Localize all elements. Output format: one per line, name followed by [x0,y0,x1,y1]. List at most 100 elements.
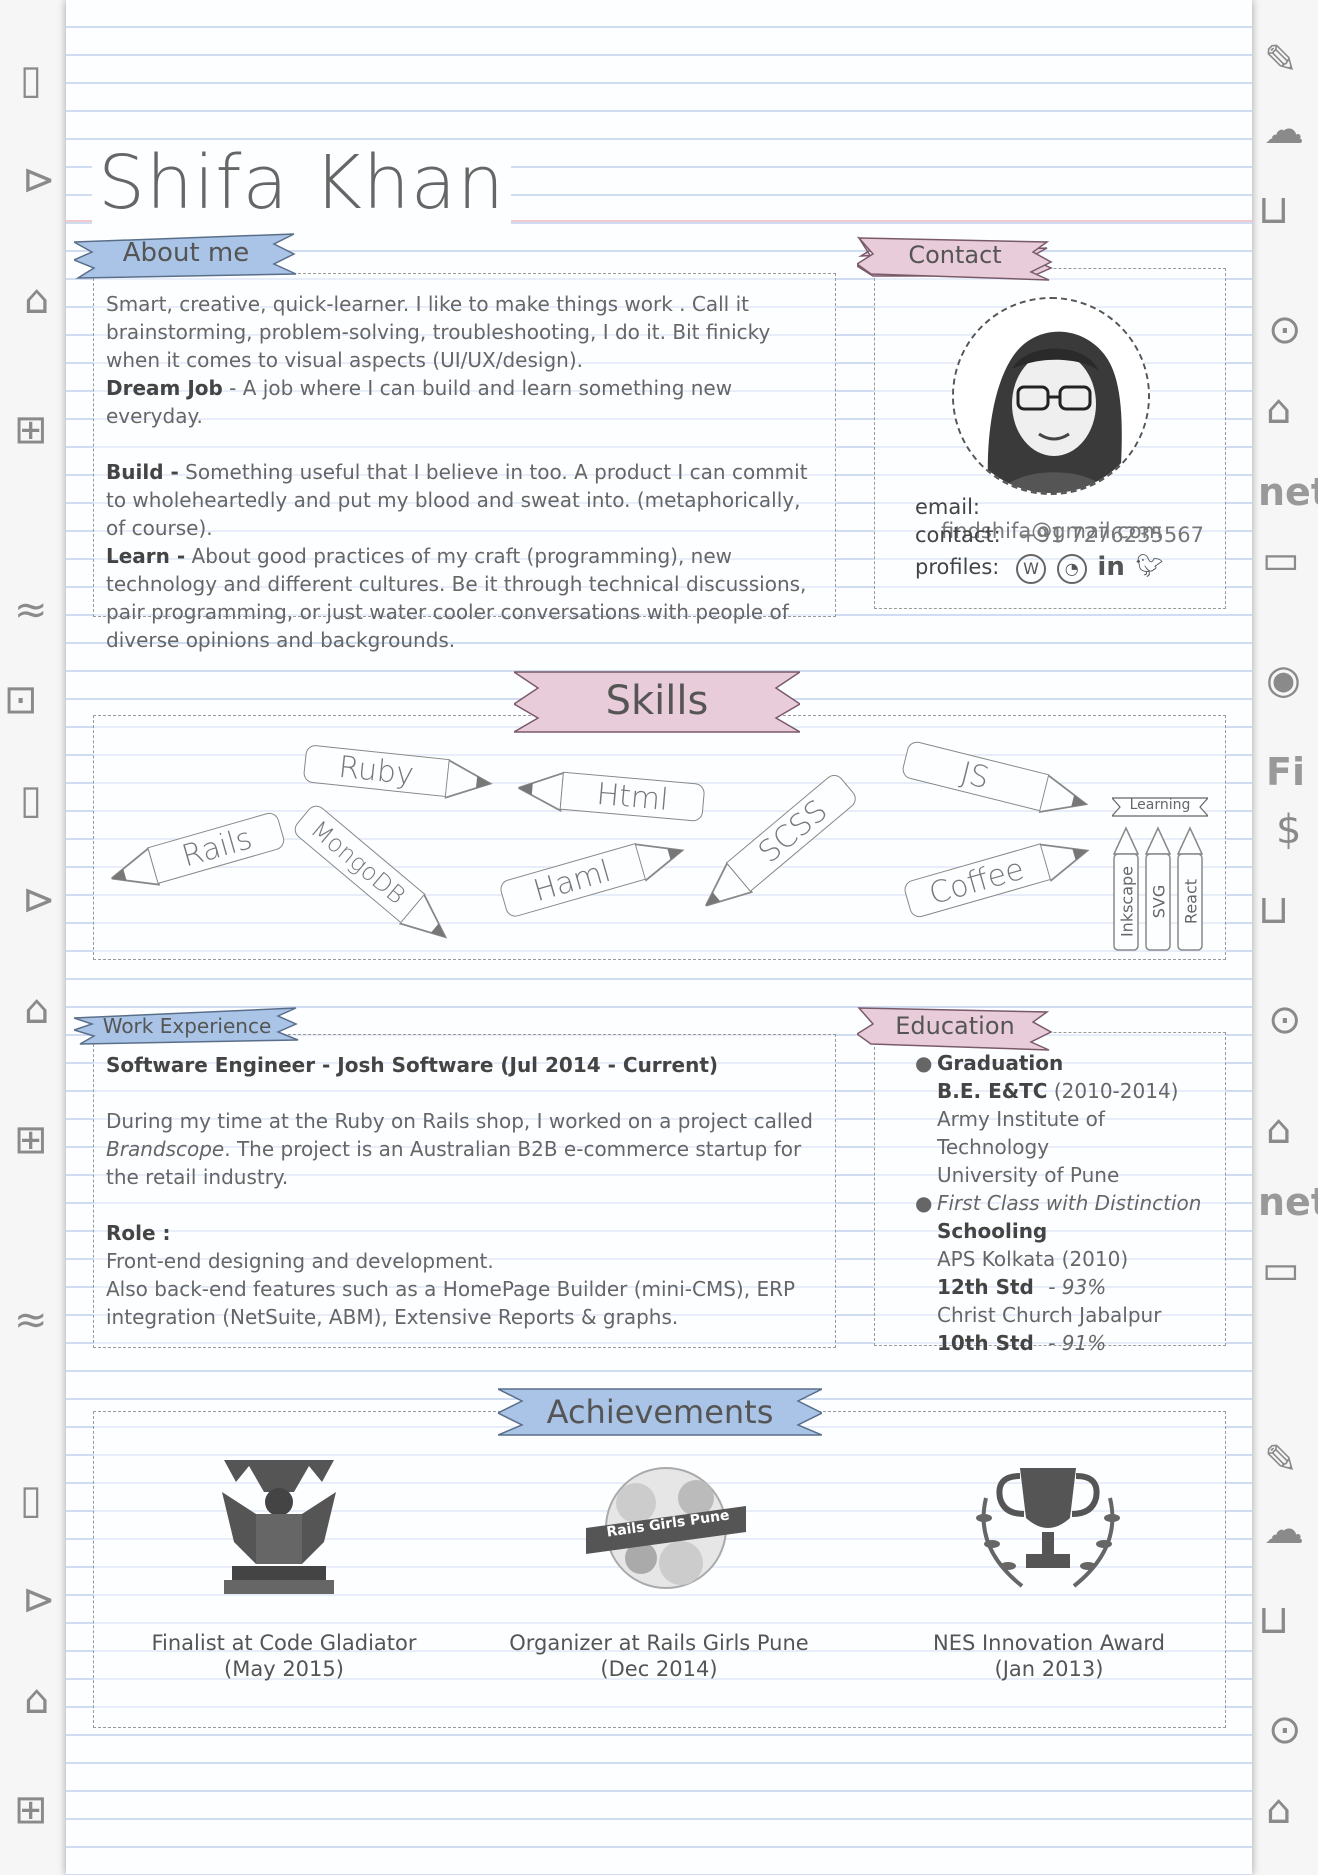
learning-heading: Learning [1129,797,1191,813]
learning-item-inkscape: Inkscape [1117,865,1137,938]
skill-pencil-mongodb: MongoDB [289,801,460,955]
build-text: Something useful that I believe in too. … [106,460,808,540]
learning-pencils: Inkscape SVG React [1112,824,1212,954]
college: Army Institute of Technology [937,1107,1105,1159]
basket-doodle-icon: ⊞ [14,1117,48,1163]
pencil-doodle-icon: ✎ [1264,37,1298,83]
school-1: APS Kolkata (2010) [937,1247,1129,1271]
role-label: Role : [106,1221,171,1245]
learning-ribbon: Learning [1112,796,1208,817]
build-label: Build - [106,460,179,484]
learning-item-svg: SVG [1149,884,1169,919]
laptop-doodle-icon: ▭ [1262,537,1300,583]
github-icon[interactable]: ◔ [1056,554,1087,584]
laptop-doodle-icon: ▭ [1262,1247,1300,1293]
work-experience-ribbon: Work Experience [74,1006,300,1046]
about-me-box: Smart, creative, quick-learner. I like t… [93,273,836,652]
achievement-date: (Dec 2014) [600,1657,718,1681]
role-line-1: Front-end designing and development. [106,1249,494,1273]
achievement-rails-girls: Organizer at Rails Girls Pune (Dec 2014) [499,1630,819,1682]
achievement-title: Finalist at Code Gladiator [151,1631,417,1655]
contact-ribbon: Contact [857,234,1053,282]
play-doodle-icon: ⊳ [22,1577,56,1623]
phone-label: contact: [915,523,1001,547]
wordpress-icon[interactable]: W [1016,554,1047,584]
skills-ribbon: Skills [514,668,800,736]
achievement-title: NES Innovation Award [933,1631,1165,1655]
bullet-icon: ● [915,1051,933,1075]
about-intro: Smart, creative, quick-learner. I like t… [106,292,771,372]
project-name: Brandscope [106,1137,225,1161]
email-label: email: [915,495,980,519]
skill-pencil-html: Html [516,768,706,824]
phone-value: +91 7276235567 [1019,523,1204,547]
about-me-text: Smart, creative, quick-learner. I like t… [106,290,821,654]
education-text: ● Graduation B.E. E&TC (2010-2014) Army … [915,1049,1217,1357]
learn-text: About good practices of my craft (progra… [106,544,807,652]
profiles-row: profiles: W ◔ in 🐦︎ [915,554,1167,584]
lock-doodle-icon: ⌂ [1266,387,1292,433]
university: University of Pune [937,1163,1120,1187]
role-line-2: Also back-end features such as a HomePag… [106,1277,796,1329]
wing-doodle-icon: ≈ [14,587,48,633]
skill-label: Coffee [902,843,1052,920]
phone-doodle-icon: ▯ [20,777,43,823]
education-box: ● Graduation B.E. E&TC (2010-2014) Army … [874,1032,1226,1355]
profile-photo [952,297,1150,495]
contact-box: email: findshifa@gmail.com contact: +91 … [874,268,1226,609]
eye-doodle-icon: ◉ [1266,657,1301,703]
job-description: During my time at the Ruby on Rails shop… [106,1109,813,1189]
about-build: Build - Something useful that I believe … [106,458,821,542]
learn-label: Learn - [106,544,186,568]
skill-label: MongoDB [290,801,426,924]
play-doodle-icon: ⊳ [22,877,56,923]
skill-label: Haml [498,842,647,919]
skill-label: JS [900,739,1050,812]
distinction: First Class with Distinction [937,1191,1202,1215]
linkedin-icon[interactable]: in [1097,554,1124,584]
pencil-doodle-icon: ✎ [1264,1437,1298,1483]
achievements-heading: Achievements [546,1393,774,1431]
pencil-tip-icon [1039,843,1090,882]
degree: B.E. E&TC (2010-2014) [937,1079,1179,1103]
lock-doodle-icon: ⌂ [24,1677,50,1723]
pencil-tip-icon [634,843,685,882]
portrait-sketch [954,299,1148,493]
work-text: Software Engineer - Josh Software (Jul 2… [106,1051,821,1331]
cart-doodle-icon: ⊔ [1258,887,1290,933]
contact-heading: Contact [908,241,1002,269]
about-me-heading: About me [122,238,250,268]
about-me-ribbon: About me [74,232,298,282]
skill-pencil-coffee: Coffee [902,831,1096,922]
twitter-icon[interactable]: 🐦︎ [1136,554,1164,584]
phone-doodle-icon: ▯ [20,57,43,103]
achievements-box: Rails Girls Pune Finalist at Code Gladia… [93,1411,1226,1728]
play-doodle-icon: ⊳ [22,157,56,203]
about-dream-job: Dream Job - A job where I can build and … [106,374,821,430]
skill-pencil-ruby: Ruby [302,744,495,804]
education-heading: Education [895,1012,1015,1040]
skills-box: Ruby Html JS Rails MongoDB Haml SCSS Cof… [93,715,1226,960]
std-12: 12th Std - 93% [937,1275,1107,1299]
skills-heading: Skills [605,678,709,724]
skill-pencil-js: JS [900,739,1094,825]
gladiator-trophy-icon [222,1460,336,1594]
wing-doodle-icon: ≈ [14,1297,48,1343]
about-learn: Learn - About good practices of my craft… [106,542,821,654]
lock-doodle-icon: ⌂ [1266,1787,1292,1833]
rails-girls-badge: Rails Girls Pune [586,1458,746,1598]
achievement-date: (May 2015) [224,1657,344,1681]
cloud-doodle-icon: ☁ [1264,107,1304,153]
achievement-title: Organizer at Rails Girls Pune [509,1631,809,1655]
education-ribbon: Education [857,1004,1053,1052]
pencil-tip-icon [516,771,565,812]
network-doodle-icon: ⊡ [4,677,38,723]
cloud-doodle-icon: ☁ [1264,1507,1304,1553]
cart-doodle-icon: ⊔ [1258,187,1290,233]
skill-pencil-haml: Haml [498,831,688,921]
skill-pencil-rails: Rails [106,810,288,898]
work-experience-heading: Work Experience [102,1014,272,1038]
job-title: Software Engineer - Josh Software (Jul 2… [106,1053,719,1077]
profiles-label: profiles: [915,555,1000,579]
schooling-label: Schooling [937,1219,1048,1243]
